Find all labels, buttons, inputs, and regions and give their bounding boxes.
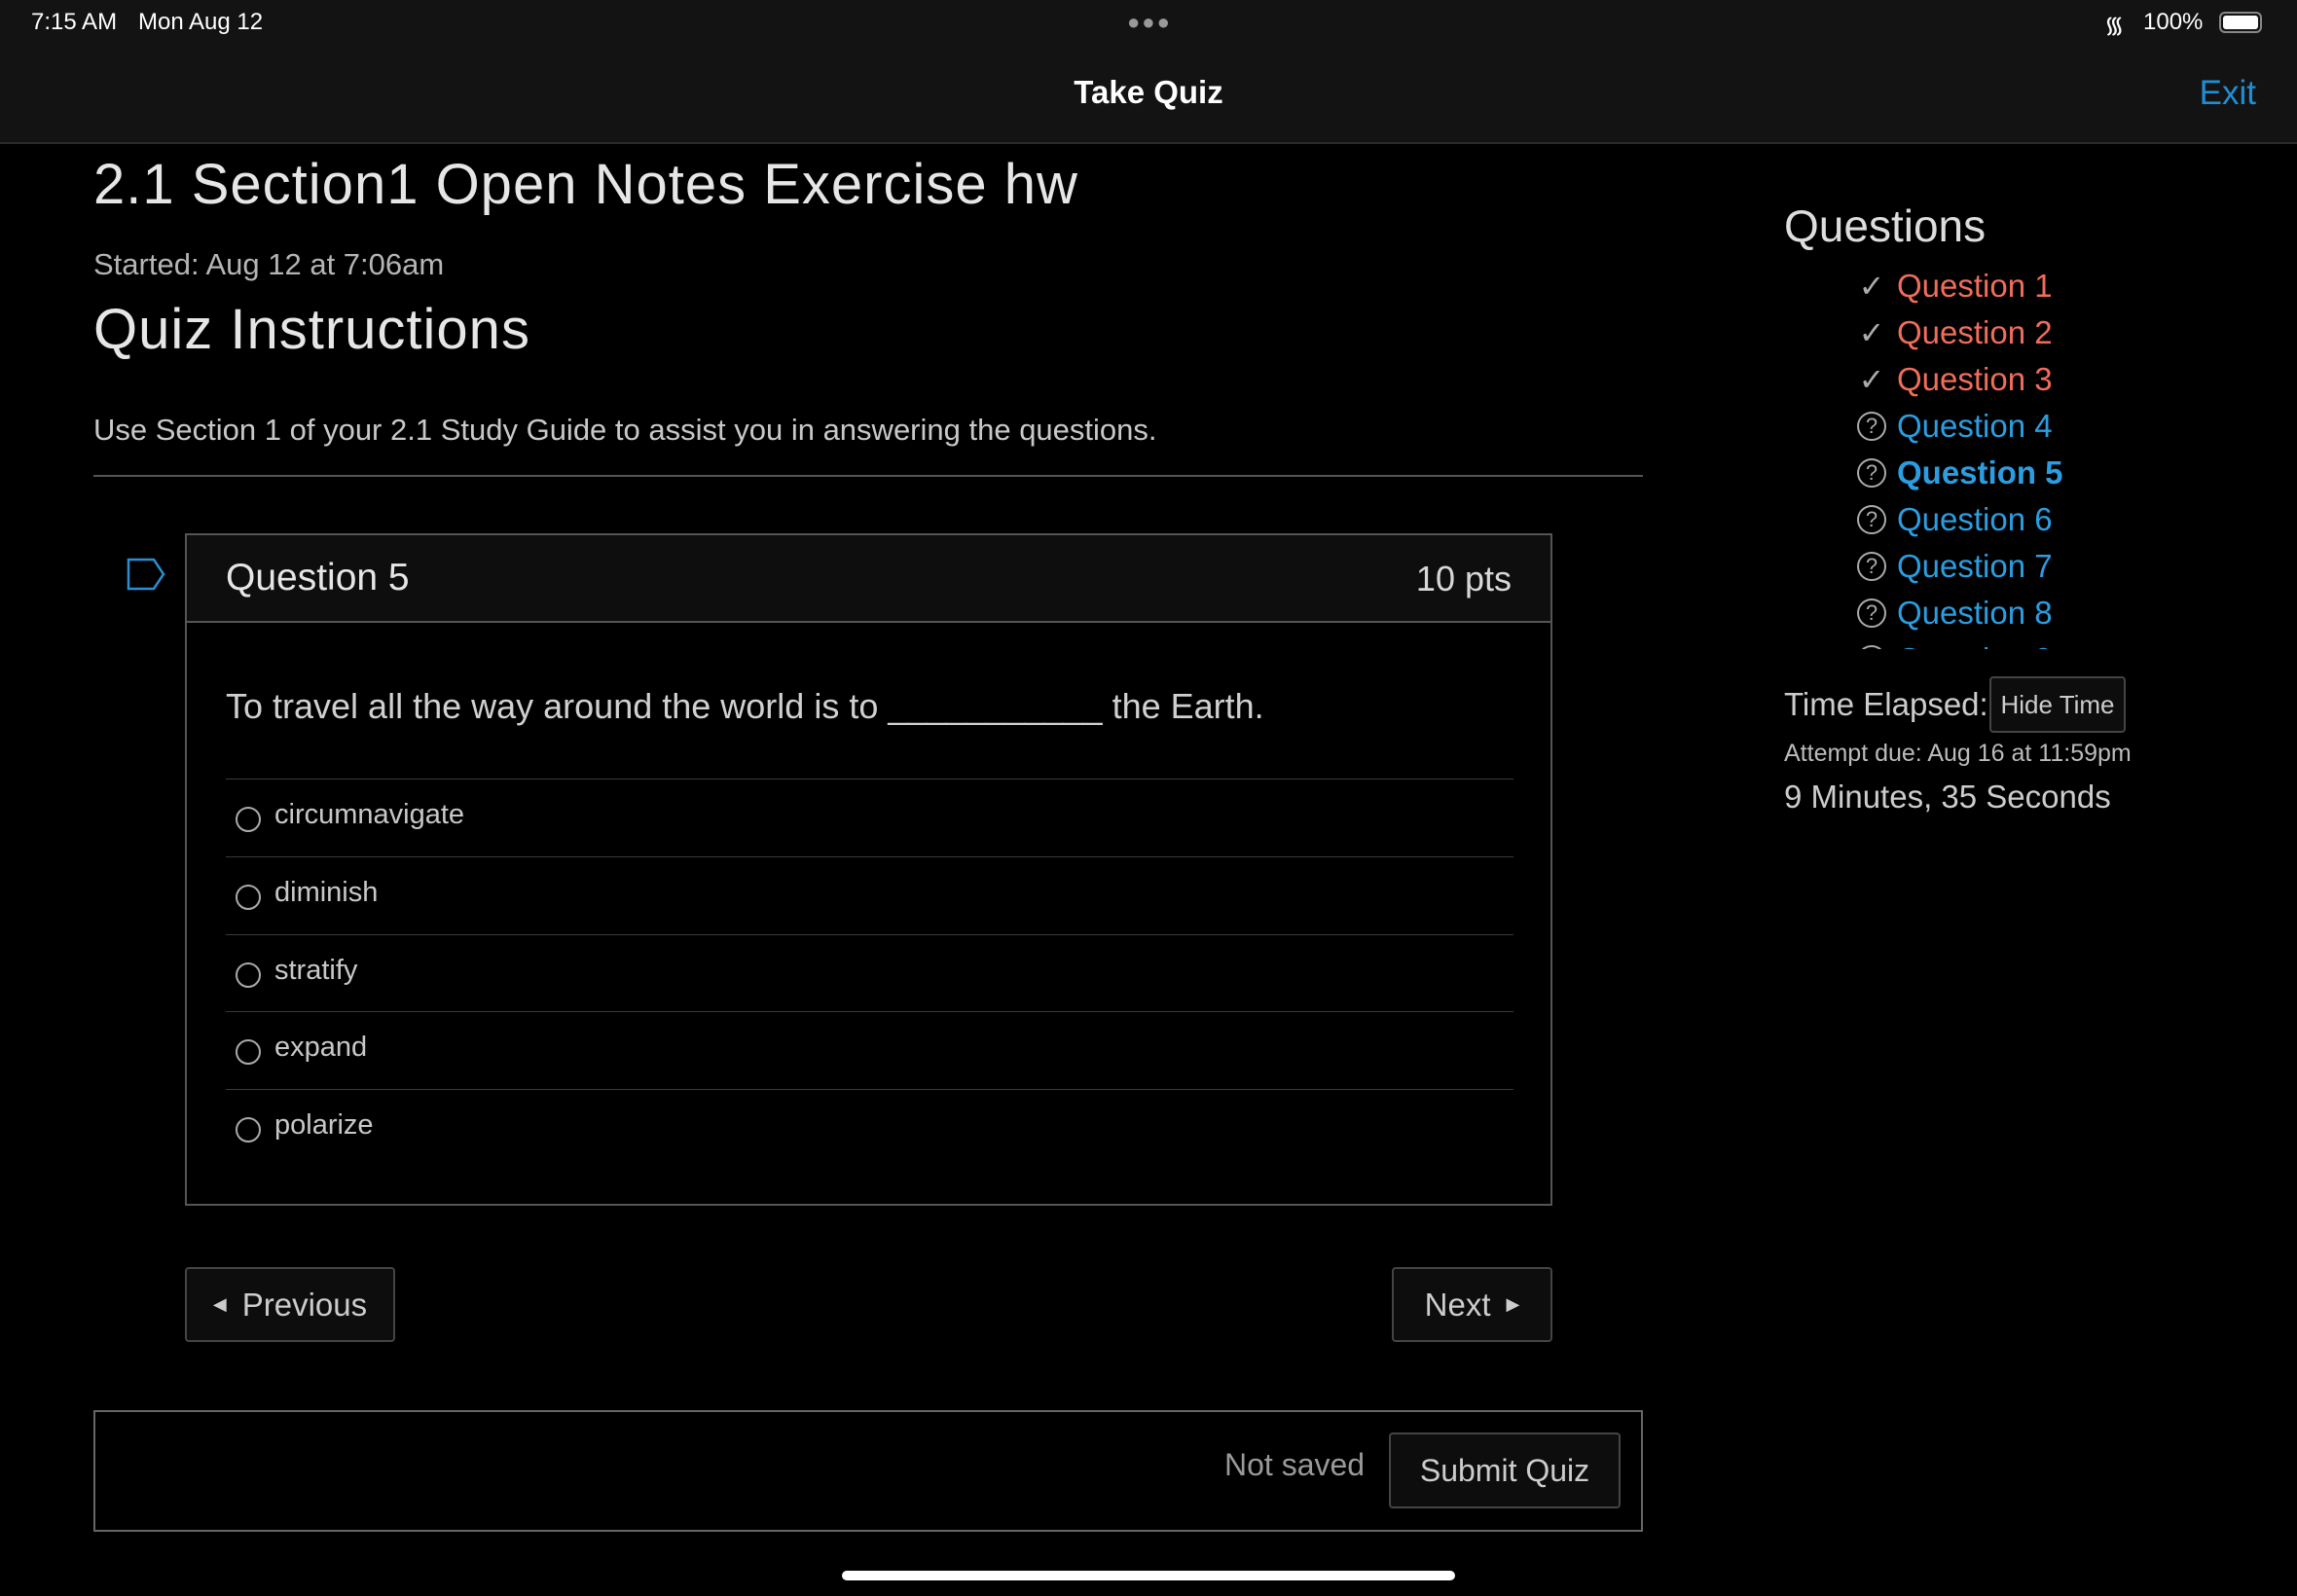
sidebar-question-4[interactable]: ? Question 4 (1854, 403, 2146, 450)
previous-label: Previous (241, 1286, 368, 1323)
question-card: Question 5 10 pts To travel all the way … (185, 533, 1552, 1206)
option-label: polarize (274, 1109, 374, 1141)
question-points: 10 pts (1415, 559, 1512, 598)
question-name: Question 5 (226, 557, 410, 598)
checkmark-icon: ✓ (1858, 315, 1885, 350)
question-mark-icon: ? (1854, 409, 1889, 444)
radio-button[interactable] (236, 885, 261, 910)
question-mark-icon: ? (1854, 596, 1889, 631)
sidebar-question-9[interactable]: ? Question 9 (1854, 636, 2146, 649)
hide-time-button[interactable]: Hide Time (1989, 676, 2126, 733)
question-link-label[interactable]: Question 7 (1897, 548, 2053, 585)
battery-percent: 100% (2143, 9, 2204, 35)
wifi-icon: ᯾ (2104, 13, 2125, 39)
nav-title: Take Quiz (1074, 74, 1223, 110)
multitasking-dots-icon[interactable]: ●●● (1127, 10, 1172, 35)
option-label: circumnavigate (274, 799, 465, 830)
checkmark-icon: ✓ (1858, 362, 1885, 397)
previous-button[interactable]: ◀ Previous (185, 1267, 395, 1342)
question-link-label[interactable]: Question 3 (1897, 361, 2053, 398)
question-link-label[interactable]: Question 1 (1897, 268, 2053, 305)
sidebar-question-2[interactable]: ✓ Question 2 (1854, 309, 2146, 356)
quiz-title: 2.1 Section1 Open Notes Exercise hw (93, 153, 1078, 216)
divider (93, 475, 1643, 477)
question-link-label[interactable]: Question 2 (1897, 314, 2053, 351)
sidebar-question-6[interactable]: ? Question 6 (1854, 496, 2146, 543)
sidebar-question-7[interactable]: ? Question 7 (1854, 543, 2146, 590)
answer-option[interactable]: polarize (226, 1089, 1513, 1167)
radio-button[interactable] (236, 1117, 261, 1143)
instructions-title: Quiz Instructions (93, 298, 530, 361)
top-bar: 7:15 AM Mon Aug 12 ●●● ᯾ 100% Take Quiz … (0, 0, 2297, 144)
answer-option[interactable]: stratify (226, 934, 1513, 1012)
answer-option[interactable]: expand (226, 1011, 1513, 1089)
radio-button[interactable] (236, 962, 261, 988)
question-link-label[interactable]: Question 9 (1897, 641, 2053, 649)
submit-quiz-button[interactable]: Submit Quiz (1389, 1433, 1621, 1508)
question-mark-icon: ? (1854, 642, 1889, 649)
question-link-label[interactable]: Question 8 (1897, 595, 2053, 632)
option-label: diminish (274, 877, 379, 908)
status-time: 7:15 AM (31, 9, 118, 35)
time-elapsed-label: Time Elapsed: (1784, 686, 1988, 722)
caret-right-icon: ▶ (1506, 1294, 1520, 1314)
started-time: Started: Aug 12 at 7:06am (93, 247, 445, 281)
sidebar-question-5[interactable]: ? Question 5 (1854, 450, 2146, 496)
option-label: expand (274, 1032, 368, 1063)
radio-button[interactable] (236, 1039, 261, 1065)
question-link-label[interactable]: Question 4 (1897, 408, 2053, 445)
battery-icon (2219, 12, 2262, 33)
question-mark-icon: ? (1854, 549, 1889, 584)
exit-button[interactable]: Exit (2200, 74, 2256, 113)
attempt-due: Attempt due: Aug 16 at 11:59pm (1784, 740, 2132, 767)
question-header: Question 5 10 pts (187, 535, 1550, 623)
option-label: stratify (274, 955, 358, 986)
next-button[interactable]: Next ▶ (1392, 1267, 1552, 1342)
question-list[interactable]: ✓ Question 1 ✓ Question 2 ✓ Question 3? Questi… (1854, 263, 2146, 649)
question-link-label[interactable]: Question 6 (1897, 501, 2053, 538)
question-mark-icon: ? (1854, 455, 1889, 490)
elapsed-time: 9 Minutes, 35 Seconds (1784, 779, 2111, 815)
flag-question-icon[interactable] (127, 558, 165, 591)
home-indicator[interactable] (842, 1571, 1455, 1580)
questions-heading: Questions (1784, 200, 1987, 251)
question-text: To travel all the way around the world i… (226, 686, 1264, 726)
status-date: Mon Aug 12 (138, 9, 264, 35)
save-status: Not saved (1224, 1447, 1366, 1482)
sidebar-question-3[interactable]: ✓ Question 3 (1854, 356, 2146, 403)
next-label: Next (1424, 1286, 1491, 1323)
answer-option[interactable]: diminish (226, 856, 1513, 934)
question-mark-icon: ? (1854, 502, 1889, 537)
checkmark-icon: ✓ (1858, 269, 1885, 304)
sidebar-question-1[interactable]: ✓ Question 1 (1854, 263, 2146, 309)
question-link-label[interactable]: Question 5 (1897, 454, 2063, 491)
caret-left-icon: ◀ (212, 1294, 227, 1314)
sidebar-question-8[interactable]: ? Question 8 (1854, 590, 2146, 636)
instructions-text: Use Section 1 of your 2.1 Study Guide to… (93, 413, 1157, 447)
radio-button[interactable] (236, 807, 261, 832)
answer-option[interactable]: circumnavigate (226, 779, 1513, 856)
